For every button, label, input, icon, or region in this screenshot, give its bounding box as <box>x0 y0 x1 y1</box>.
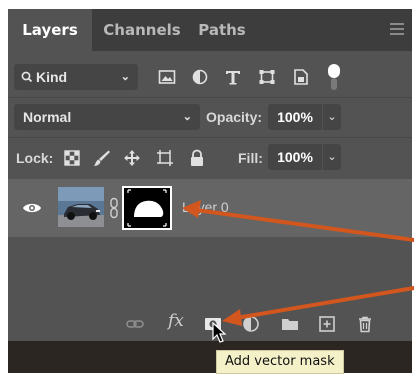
type-filter-icon[interactable] <box>224 67 242 87</box>
divider <box>8 137 412 138</box>
panel-menu-icon[interactable] <box>390 23 404 35</box>
delete-layer-icon[interactable] <box>356 315 374 333</box>
layer-name[interactable]: Layer 0 <box>182 197 229 217</box>
new-layer-icon[interactable] <box>318 315 336 333</box>
shape-filter-icon[interactable] <box>258 67 276 87</box>
fill-input[interactable]: 100% <box>268 144 322 170</box>
blend-mode-select[interactable]: Normal ⌄ <box>14 104 200 130</box>
lock-artboard-icon[interactable] <box>156 149 174 167</box>
smart-object-filter-icon[interactable] <box>292 67 310 87</box>
fill-label: Fill: <box>238 150 263 166</box>
mask-link-icon[interactable] <box>109 197 119 219</box>
layer-row[interactable]: Layer 0 <box>8 179 412 237</box>
layers-bottom-toolbar: fx <box>8 307 412 341</box>
search-icon <box>21 71 33 83</box>
chevron-down-icon: ⌄ <box>120 71 130 83</box>
lock-label: Lock: <box>16 150 54 166</box>
adjustment-filter-icon[interactable] <box>191 67 209 87</box>
tooltip: Add vector mask <box>216 350 344 374</box>
opacity-dropdown-chevron-icon[interactable]: ⌄ <box>323 104 341 130</box>
link-layers-icon[interactable] <box>126 315 144 333</box>
filter-toggle-switch[interactable] <box>327 64 341 90</box>
image-filter-icon[interactable] <box>158 67 176 87</box>
layer-mask-thumbnail[interactable] <box>122 186 172 230</box>
tab-layers[interactable]: Layers <box>8 9 92 51</box>
layer-style-fx-button[interactable]: fx <box>168 311 184 331</box>
layer-thumbnail[interactable] <box>58 187 104 227</box>
lock-transparent-pixels-icon[interactable] <box>63 149 81 167</box>
filter-kind-label: Kind <box>36 69 68 85</box>
tab-paths[interactable]: Paths <box>192 9 252 51</box>
opacity-label: Opacity: <box>206 109 263 125</box>
blend-mode-value: Normal <box>23 109 72 125</box>
new-group-icon[interactable] <box>281 315 299 333</box>
chevron-down-icon: ⌄ <box>182 111 192 123</box>
panel-tab-bar: Layers Channels Paths <box>8 9 412 51</box>
mouse-pointer-icon <box>212 322 227 343</box>
divider <box>8 97 412 98</box>
lock-all-icon[interactable] <box>188 149 206 167</box>
visibility-eye-icon[interactable] <box>22 201 42 215</box>
adjustment-layer-icon[interactable] <box>242 315 260 333</box>
lock-position-icon[interactable] <box>123 149 141 167</box>
layers-panel: Layers Channels Paths Kind ⌄ Normal ⌄ Op… <box>8 9 412 373</box>
lock-image-pixels-icon[interactable] <box>93 149 111 167</box>
panel-footer-strip <box>8 341 412 373</box>
fill-dropdown-chevron-icon[interactable]: ⌄ <box>323 144 341 170</box>
filter-kind-select[interactable]: Kind ⌄ <box>14 64 138 90</box>
opacity-input[interactable]: 100% <box>268 104 322 130</box>
tab-channels[interactable]: Channels <box>92 9 192 51</box>
